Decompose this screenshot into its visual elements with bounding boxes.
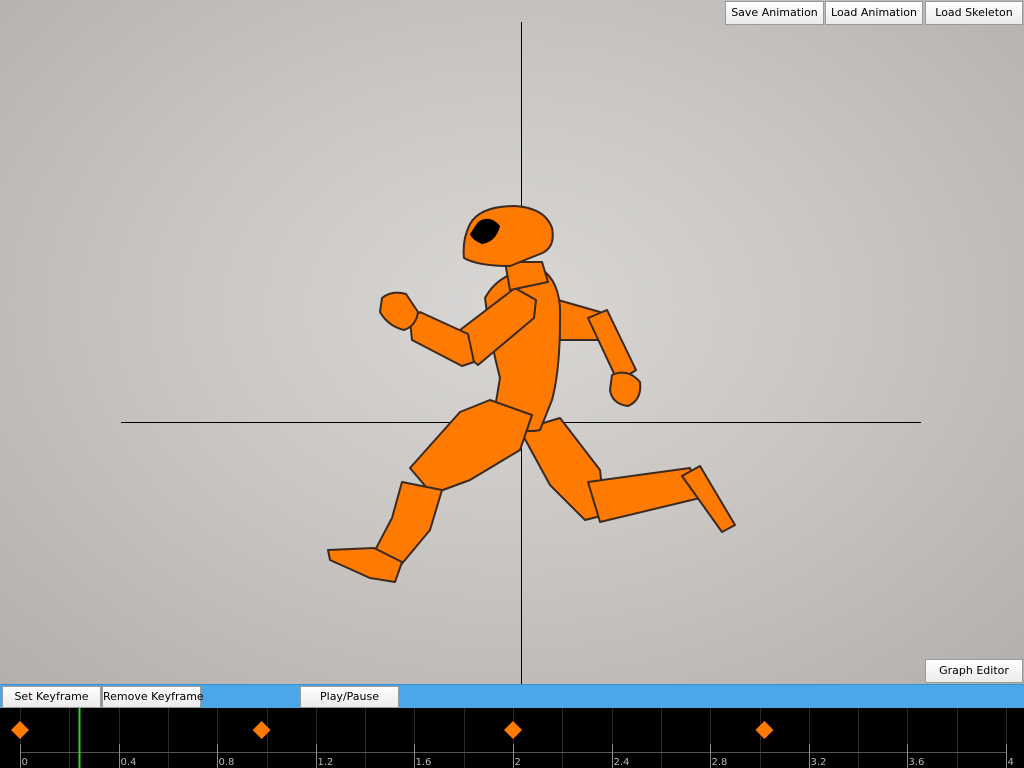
timeline-tick-label: 2.8 bbox=[712, 757, 728, 768]
timeline-track[interactable]: 0 0.4 0.8 1.2 1.6 2 2.4 2.8 3.2 3.6 4 bbox=[0, 708, 1024, 768]
timeline-tick-label: 0 bbox=[22, 757, 28, 768]
timeline-toolbar: Set Keyframe Remove Keyframe Play/Pause bbox=[0, 684, 1024, 708]
play-pause-button[interactable]: Play/Pause bbox=[300, 686, 399, 708]
graph-editor-button[interactable]: Graph Editor bbox=[925, 659, 1023, 683]
back-forearm[interactable] bbox=[587, 309, 637, 383]
back-hand[interactable] bbox=[609, 371, 642, 407]
front-forearm[interactable] bbox=[409, 311, 475, 367]
animation-editor: Save Animation Load Animation Load Skele… bbox=[0, 0, 1024, 768]
skeleton-viewport[interactable]: Save Animation Load Animation Load Skele… bbox=[0, 0, 1024, 684]
timeline-tick-label: 3.6 bbox=[909, 757, 925, 768]
load-animation-button[interactable]: Load Animation bbox=[825, 1, 923, 25]
remove-keyframe-button[interactable]: Remove Keyframe bbox=[102, 686, 204, 708]
set-keyframe-button[interactable]: Set Keyframe bbox=[2, 686, 101, 708]
timeline-tick-label: 0.4 bbox=[121, 757, 137, 768]
timeline-tick-label: 2 bbox=[515, 757, 521, 768]
load-skeleton-button[interactable]: Load Skeleton bbox=[925, 1, 1023, 25]
back-thigh[interactable] bbox=[519, 417, 606, 521]
timeline-tick-label: 1.2 bbox=[318, 757, 334, 768]
front-hand[interactable] bbox=[379, 291, 419, 331]
timeline-tick-label: 2.4 bbox=[614, 757, 630, 768]
timeline-tick-label: 4 bbox=[1008, 757, 1014, 768]
running-character-skeleton[interactable] bbox=[0, 0, 1024, 684]
front-thigh[interactable] bbox=[409, 399, 533, 495]
timeline-tick-label: 3.2 bbox=[811, 757, 827, 768]
keyframe-diamond-icon[interactable] bbox=[504, 721, 522, 739]
keyframe-diamond-icon[interactable] bbox=[11, 721, 29, 739]
timeline[interactable]: 0 0.4 0.8 1.2 1.6 2 2.4 2.8 3.2 3.6 4 bbox=[0, 708, 1024, 768]
keyframe-diamond-icon[interactable] bbox=[755, 721, 774, 739]
timeline-tick-label: 1.6 bbox=[416, 757, 432, 768]
save-animation-button[interactable]: Save Animation bbox=[725, 1, 824, 25]
timeline-tick-label: 0.8 bbox=[219, 757, 235, 768]
